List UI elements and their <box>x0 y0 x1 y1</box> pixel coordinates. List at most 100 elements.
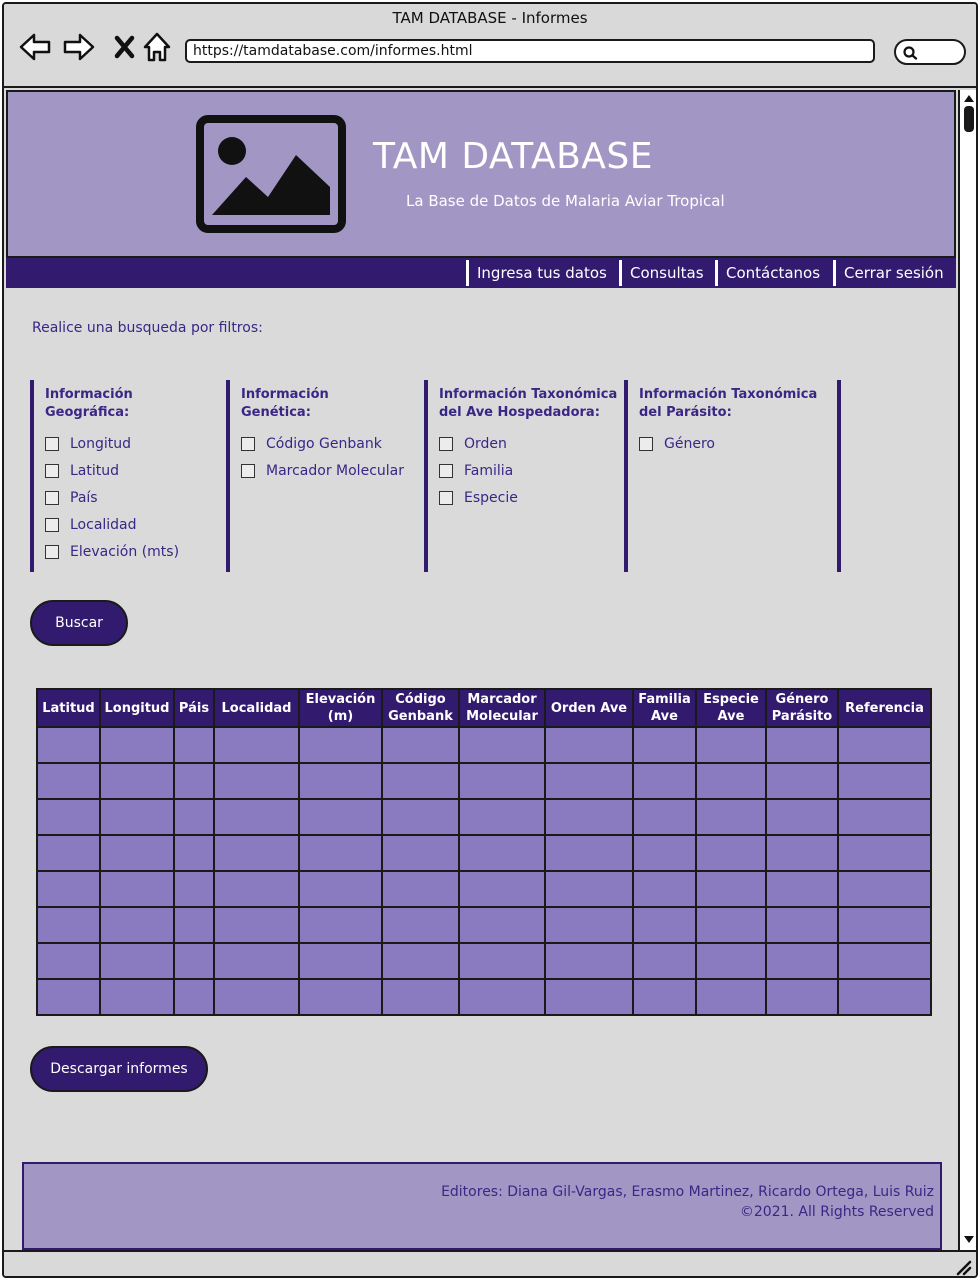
table-cell[interactable] <box>298 978 383 1016</box>
table-cell[interactable] <box>99 798 175 836</box>
table-cell[interactable] <box>36 906 101 944</box>
column-header-longitud[interactable]: Longitud <box>99 688 175 728</box>
checkbox[interactable] <box>45 490 59 505</box>
column-header-elevacion[interactable]: Elevación (m) <box>298 688 383 728</box>
table-cell[interactable] <box>765 834 839 872</box>
filter-option-marcador-molecular[interactable]: Marcador Molecular <box>241 457 424 484</box>
table-cell[interactable] <box>837 906 932 944</box>
table-cell[interactable] <box>36 798 101 836</box>
column-header-especie-ave[interactable]: Especie Ave <box>695 688 767 728</box>
table-cell[interactable] <box>381 726 460 764</box>
table-cell[interactable] <box>458 834 546 872</box>
table-cell[interactable] <box>837 726 932 764</box>
checkbox[interactable] <box>439 490 453 505</box>
table-cell[interactable] <box>173 762 215 800</box>
table-cell[interactable] <box>381 978 460 1016</box>
table-cell[interactable] <box>765 798 839 836</box>
table-cell[interactable] <box>544 978 634 1016</box>
table-cell[interactable] <box>298 726 383 764</box>
search-button[interactable]: Buscar <box>30 600 128 646</box>
checkbox[interactable] <box>241 463 255 478</box>
table-cell[interactable] <box>298 906 383 944</box>
table-cell[interactable] <box>213 906 300 944</box>
column-header-localidad[interactable]: Localidad <box>213 688 300 728</box>
column-header-familia-ave[interactable]: Familia Ave <box>632 688 697 728</box>
table-cell[interactable] <box>458 978 546 1016</box>
table-cell[interactable] <box>695 834 767 872</box>
nav-item-consultas[interactable]: Consultas <box>619 260 704 286</box>
table-cell[interactable] <box>173 834 215 872</box>
checkbox[interactable] <box>45 517 59 532</box>
home-button[interactable] <box>140 30 174 64</box>
filter-option-longitud[interactable]: Longitud <box>45 430 226 457</box>
table-cell[interactable] <box>544 798 634 836</box>
table-cell[interactable] <box>765 870 839 908</box>
table-cell[interactable] <box>99 906 175 944</box>
table-cell[interactable] <box>458 870 546 908</box>
table-cell[interactable] <box>632 906 697 944</box>
table-cell[interactable] <box>632 870 697 908</box>
table-cell[interactable] <box>765 942 839 980</box>
table-cell[interactable] <box>458 906 546 944</box>
filter-option-especie[interactable]: Especie <box>439 484 624 511</box>
table-cell[interactable] <box>837 978 932 1016</box>
table-cell[interactable] <box>213 942 300 980</box>
filter-option-latitud[interactable]: Latitud <box>45 457 226 484</box>
checkbox[interactable] <box>45 463 59 478</box>
table-cell[interactable] <box>381 906 460 944</box>
table-cell[interactable] <box>298 870 383 908</box>
table-cell[interactable] <box>632 798 697 836</box>
table-cell[interactable] <box>544 942 634 980</box>
table-cell[interactable] <box>544 906 634 944</box>
column-header-genero-parasito[interactable]: Género Parásito <box>765 688 839 728</box>
filter-option-familia[interactable]: Familia <box>439 457 624 484</box>
table-cell[interactable] <box>213 726 300 764</box>
table-cell[interactable] <box>381 942 460 980</box>
checkbox[interactable] <box>241 436 255 451</box>
table-cell[interactable] <box>765 978 839 1016</box>
table-cell[interactable] <box>837 870 932 908</box>
column-header-codigo-genbank[interactable]: Código Genbank <box>381 688 460 728</box>
table-cell[interactable] <box>36 834 101 872</box>
table-cell[interactable] <box>544 726 634 764</box>
filter-option-codigo-genbank[interactable]: Código Genbank <box>241 430 424 457</box>
forward-button[interactable] <box>62 30 96 64</box>
table-cell[interactable] <box>36 978 101 1016</box>
table-cell[interactable] <box>99 726 175 764</box>
table-cell[interactable] <box>173 798 215 836</box>
filter-option-orden[interactable]: Orden <box>439 430 624 457</box>
table-cell[interactable] <box>99 834 175 872</box>
table-cell[interactable] <box>837 834 932 872</box>
table-cell[interactable] <box>458 798 546 836</box>
resize-grip-icon[interactable] <box>954 1258 972 1276</box>
table-cell[interactable] <box>173 978 215 1016</box>
table-cell[interactable] <box>173 942 215 980</box>
filter-option-localidad[interactable]: Localidad <box>45 511 226 538</box>
table-cell[interactable] <box>99 762 175 800</box>
stop-button[interactable] <box>108 30 142 64</box>
back-button[interactable] <box>18 30 52 64</box>
column-header-pais[interactable]: Páis <box>173 688 215 728</box>
table-cell[interactable] <box>213 834 300 872</box>
table-cell[interactable] <box>765 906 839 944</box>
table-cell[interactable] <box>99 978 175 1016</box>
table-cell[interactable] <box>544 834 634 872</box>
column-header-orden-ave[interactable]: Orden Ave <box>544 688 634 728</box>
checkbox[interactable] <box>639 436 653 451</box>
table-cell[interactable] <box>695 798 767 836</box>
table-cell[interactable] <box>173 726 215 764</box>
download-reports-button[interactable]: Descargar informes <box>30 1046 208 1092</box>
column-header-latitud[interactable]: Latitud <box>36 688 101 728</box>
table-cell[interactable] <box>765 762 839 800</box>
table-cell[interactable] <box>381 870 460 908</box>
checkbox[interactable] <box>45 544 59 559</box>
filter-option-genero[interactable]: Género <box>639 430 836 457</box>
table-cell[interactable] <box>381 834 460 872</box>
table-cell[interactable] <box>458 726 546 764</box>
table-cell[interactable] <box>173 870 215 908</box>
table-cell[interactable] <box>837 798 932 836</box>
table-cell[interactable] <box>213 762 300 800</box>
table-cell[interactable] <box>695 762 767 800</box>
table-cell[interactable] <box>837 942 932 980</box>
checkbox[interactable] <box>439 463 453 478</box>
